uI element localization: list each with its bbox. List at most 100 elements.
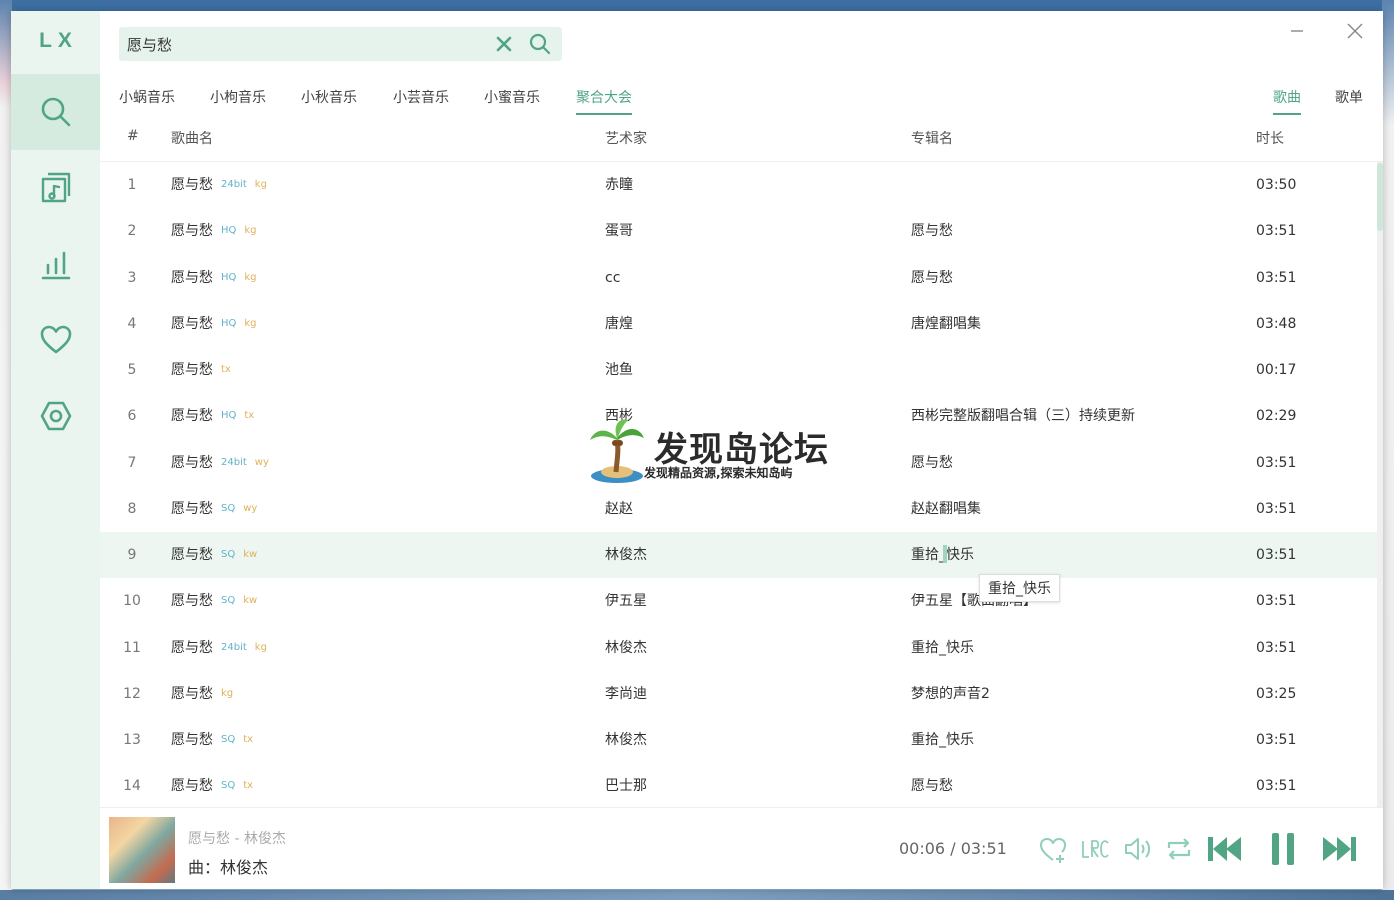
song-name-cell: 愿与愁 HQ kg: [171, 301, 257, 347]
song-name-cell: 愿与愁 kg: [171, 671, 233, 717]
clear-icon[interactable]: [495, 35, 513, 53]
song-name-cell: 愿与愁 HQ kg: [171, 255, 257, 301]
table-row[interactable]: 14 愿与愁 SQ tx 巴士那 愿与愁 03:51: [100, 763, 1378, 807]
song-name-cell: 愿与愁 SQ tx: [171, 717, 253, 763]
album-cell: 愿与愁: [911, 778, 953, 795]
artist-cell: cc: [605, 269, 621, 286]
scrollbar[interactable]: [1377, 161, 1383, 807]
duration-cell: 03:48: [1256, 315, 1297, 332]
song-name-cell: 愿与愁 HQ kg: [171, 208, 257, 254]
lyrics-toggle-button[interactable]: [1080, 834, 1110, 864]
minimize-icon[interactable]: [1287, 21, 1307, 41]
pause-button[interactable]: [1266, 830, 1300, 868]
now-playing-title[interactable]: 愿与愁 - 林俊杰: [188, 828, 286, 848]
duration-cell: 03:51: [1256, 269, 1297, 286]
tab-playlists[interactable]: 歌单: [1335, 87, 1363, 115]
header-duration: 时长: [1256, 131, 1284, 147]
desktop-background-right: [1382, 0, 1394, 900]
repeat-mode-button[interactable]: [1164, 834, 1194, 864]
row-number: 12: [123, 685, 141, 702]
quality-badge: HQ: [221, 271, 237, 283]
table-row[interactable]: 10 愿与愁 SQ kw 伊五星 伊五星【歌曲翻唱】 03:51: [100, 578, 1378, 624]
tab-source-4[interactable]: 小芸音乐: [393, 87, 449, 115]
sidebar-item-search[interactable]: [11, 74, 100, 150]
sidebar-item-favorites[interactable]: [11, 302, 100, 378]
album-cell: 赵赵翻唱集: [911, 500, 981, 517]
row-number: 5: [127, 362, 137, 378]
song-name: 愿与愁: [171, 269, 213, 286]
table-row[interactable]: 3 愿与愁 HQ kg cc 愿与愁 03:51: [100, 255, 1378, 301]
time-separator: /: [950, 839, 956, 858]
song-name: 愿与愁: [171, 547, 213, 563]
search-button-icon[interactable]: [529, 33, 551, 55]
artist-cell: 巴士那: [605, 778, 647, 795]
quality-badge: HQ: [221, 317, 237, 329]
watermark: 发现岛论坛 发现精品资源,探索未知岛屿: [586, 416, 828, 486]
tab-source-1[interactable]: 小蜗音乐: [119, 87, 175, 115]
duration-cell: 03:51: [1256, 593, 1297, 610]
album-cell: 重拾_快乐: [911, 639, 974, 656]
duration-cell: 03:51: [1256, 223, 1297, 240]
quality-badge: HQ: [221, 225, 237, 237]
artist-cell: 林俊杰: [605, 732, 647, 748]
tab-songs[interactable]: 歌曲: [1273, 87, 1301, 115]
sidebar-item-settings[interactable]: [11, 378, 100, 454]
row-number: 10: [123, 593, 141, 610]
next-button[interactable]: [1320, 832, 1358, 866]
song-name-cell: 愿与愁 tx: [171, 347, 231, 393]
table-row[interactable]: 9愿与愁SQkw林俊杰重拾_快乐03:51: [100, 532, 1378, 579]
row-number: 8: [127, 500, 137, 517]
search-icon: [41, 97, 70, 127]
favorite-add-button[interactable]: [1038, 834, 1068, 864]
source-badge: tx: [243, 780, 254, 792]
table-row[interactable]: 11 愿与愁 24bit kg 林俊杰 重拾_快乐 03:51: [100, 625, 1378, 671]
source-badge: tx: [221, 364, 231, 375]
duration-cell: 03:25: [1256, 685, 1297, 702]
duration-cell: 03:51: [1256, 778, 1297, 795]
source-badge: wy: [243, 502, 258, 514]
tab-source-2[interactable]: 小枸音乐: [210, 87, 266, 115]
search-input[interactable]: [127, 27, 487, 61]
previous-button[interactable]: [1206, 832, 1244, 866]
artist-cell: 李尚迪: [605, 685, 647, 702]
tab-source-5[interactable]: 小蜜音乐: [484, 87, 540, 115]
row-number: 14: [123, 778, 141, 795]
table-row[interactable]: 12 愿与愁 kg 李尚迪 梦想的声音2 03:25: [100, 671, 1378, 717]
album-cell: 梦想的声音2: [911, 685, 990, 702]
quality-badge: 24bit: [221, 456, 247, 468]
volume-button[interactable]: [1122, 834, 1152, 864]
sidebar: LX: [11, 11, 100, 889]
sidebar-item-leaderboard[interactable]: [11, 226, 100, 302]
sidebar-item-song-list[interactable]: [11, 150, 100, 226]
app-window: LX 愿与愁 小蜗音乐 小枸音乐 小秋音乐 小芸音乐 小蜜音乐 聚合大会 歌曲 …: [11, 11, 1383, 889]
header-artist: 艺术家: [605, 131, 647, 147]
heart-plus-icon: [1040, 838, 1066, 863]
artist-cell: 林俊杰: [605, 639, 647, 656]
tab-source-aggregate[interactable]: 聚合大会: [576, 87, 632, 115]
current-time: 00:06: [899, 839, 946, 858]
table-row[interactable]: 1 愿与愁 24bit kg 赤瞳 03:50: [100, 162, 1378, 208]
tab-source-3[interactable]: 小秋音乐: [301, 87, 357, 115]
source-badge: tx: [243, 734, 254, 745]
quality-badge: SQ: [221, 780, 236, 792]
table-row[interactable]: 5 愿与愁 tx 池鱼 00:17: [100, 347, 1378, 393]
scrollbar-thumb[interactable]: [1377, 163, 1383, 231]
table-row[interactable]: 13 愿与愁 SQ tx 林俊杰 重拾_快乐 03:51: [100, 717, 1378, 763]
now-playing-lyric: 曲：林俊杰: [188, 858, 269, 877]
source-badge: kg: [254, 641, 267, 653]
artist-cell: 池鱼: [605, 362, 633, 378]
song-name: 愿与愁: [171, 639, 213, 656]
playback-time: 00:06 / 03:51: [899, 839, 1007, 858]
song-name-cell: 愿与愁 SQ kw: [171, 578, 257, 624]
table-row[interactable]: 8 愿与愁 SQ wy 赵赵 赵赵翻唱集 03:51: [100, 486, 1378, 532]
table-row[interactable]: 4 愿与愁 HQ kg 唐煌 唐煌翻唱集 03:48: [100, 301, 1378, 347]
row-number: 3: [127, 269, 137, 286]
song-name: 愿与愁: [171, 593, 213, 610]
table-row[interactable]: 2 愿与愁 HQ kg 蛋哥 愿与愁 03:51: [100, 208, 1378, 254]
repeat-icon: [1167, 838, 1191, 860]
close-icon[interactable]: [1345, 21, 1365, 41]
source-badge: kg: [244, 271, 257, 283]
source-badge: kw: [243, 595, 258, 607]
row-number: 7: [127, 454, 137, 471]
album-cover[interactable]: [109, 817, 175, 883]
